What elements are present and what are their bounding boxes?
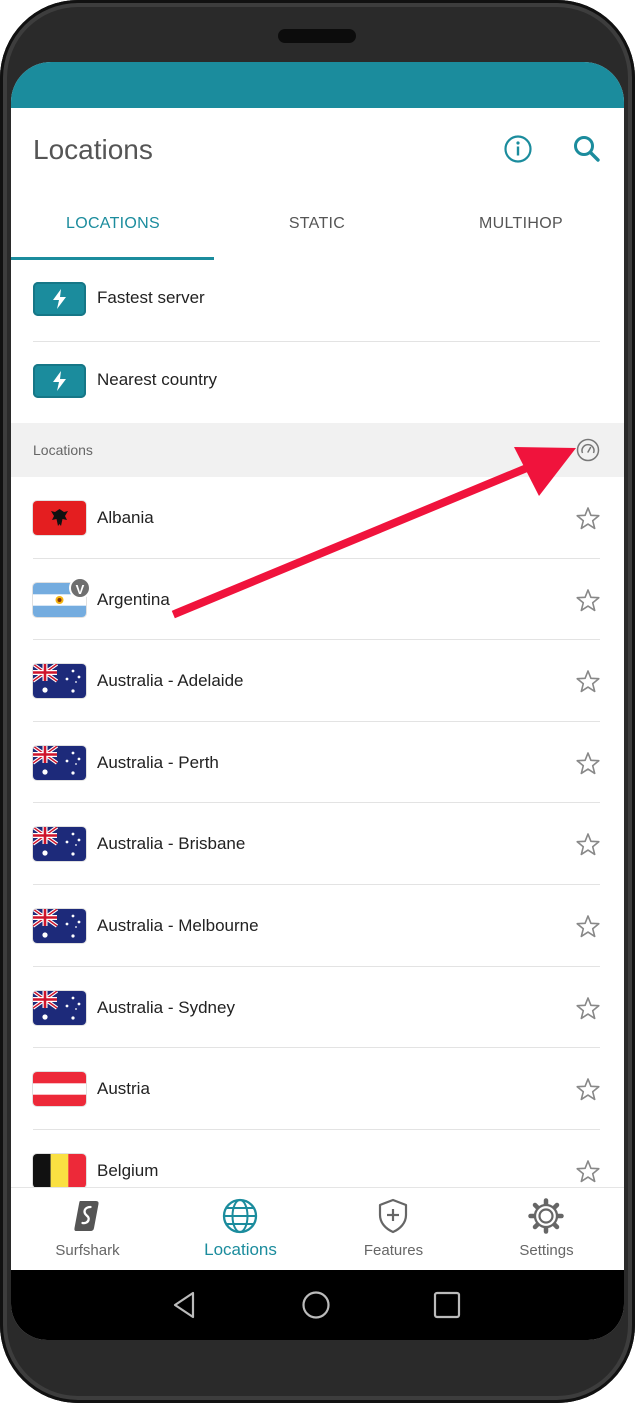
- shield-plus-icon: [378, 1198, 408, 1234]
- tab-multihop[interactable]: MULTIHOP: [419, 194, 623, 260]
- star-icon[interactable]: [575, 914, 601, 940]
- australia-flag-icon: [33, 745, 86, 780]
- location-name: Argentina: [97, 589, 170, 609]
- location-name: Belgium: [97, 1160, 159, 1180]
- star-icon[interactable]: [575, 832, 601, 858]
- android-nav-bar: [11, 1270, 624, 1340]
- star-icon[interactable]: [575, 996, 601, 1022]
- sort-speed-icon[interactable]: [576, 438, 600, 462]
- location-name: Austria: [97, 1079, 150, 1099]
- fastest-server-row[interactable]: Fastest server: [11, 260, 624, 342]
- home-icon[interactable]: [301, 1290, 331, 1320]
- location-list: Albania V Argentina Australia - Adelaide Aus…: [11, 477, 624, 1187]
- nav-label: Settings: [519, 1242, 574, 1259]
- star-icon[interactable]: [575, 751, 601, 777]
- page-title: Locations: [33, 134, 153, 165]
- recents-icon[interactable]: [432, 1290, 462, 1320]
- austria-flag-icon: [33, 1072, 86, 1107]
- nav-settings[interactable]: Settings: [470, 1188, 623, 1271]
- star-icon[interactable]: [575, 1077, 601, 1103]
- star-icon[interactable]: [575, 506, 601, 532]
- location-name: Australia - Perth: [97, 752, 219, 772]
- location-row[interactable]: Albania: [11, 477, 624, 559]
- location-name: Australia - Adelaide: [97, 671, 244, 691]
- tab-locations[interactable]: LOCATIONS: [11, 194, 215, 260]
- nearest-country-label: Nearest country: [97, 370, 217, 389]
- nav-label: Features: [363, 1242, 424, 1259]
- star-icon[interactable]: [575, 588, 601, 614]
- star-icon[interactable]: [575, 1159, 601, 1185]
- lightning-icon: [33, 282, 86, 316]
- nav-features[interactable]: Features: [317, 1188, 470, 1271]
- section-label: Locations: [33, 442, 93, 458]
- star-icon[interactable]: [575, 669, 601, 695]
- location-row[interactable]: Australia - Melbourne: [11, 885, 624, 967]
- phone-speaker: [278, 29, 356, 43]
- australia-flag-icon: [33, 827, 86, 862]
- back-icon[interactable]: [170, 1290, 200, 1320]
- nav-surfshark[interactable]: Surfshark: [11, 1188, 164, 1271]
- bottom-nav: Surfshark Locations Features Settings: [11, 1187, 624, 1270]
- nearest-country-row[interactable]: Nearest country: [11, 342, 624, 424]
- location-row[interactable]: Australia - Adelaide: [11, 640, 624, 722]
- app-header: Locations: [11, 108, 624, 194]
- tab-bar: LOCATIONS STATIC MULTIHOP: [11, 194, 624, 260]
- status-bar: [11, 62, 624, 108]
- nav-label: Locations: [204, 1240, 277, 1259]
- location-row[interactable]: Australia - Perth: [11, 722, 624, 804]
- nav-locations[interactable]: Locations: [164, 1188, 317, 1271]
- location-row[interactable]: Belgium: [11, 1130, 624, 1187]
- location-row[interactable]: V Argentina: [11, 559, 624, 641]
- belgium-flag-icon: [33, 1153, 86, 1187]
- virtual-location-badge: V: [69, 576, 91, 599]
- gear-icon: [528, 1198, 564, 1234]
- fastest-server-label: Fastest server: [97, 288, 205, 307]
- app-screen: Locations LOCATIONS STATIC MULTIHOP Fast…: [11, 62, 624, 1340]
- australia-flag-icon: [33, 664, 86, 699]
- surfshark-logo-icon: [74, 1201, 99, 1231]
- australia-flag-icon: [33, 908, 86, 943]
- globe-icon: [222, 1198, 258, 1234]
- location-row[interactable]: Australia - Sydney: [11, 967, 624, 1049]
- location-name: Australia - Melbourne: [97, 915, 259, 935]
- location-name: Australia - Brisbane: [97, 834, 246, 854]
- locations-section-header: Locations: [11, 423, 624, 477]
- info-icon[interactable]: [501, 132, 535, 166]
- australia-flag-icon: [33, 990, 86, 1025]
- albania-flag-icon: [33, 501, 86, 535]
- location-row[interactable]: Australia - Brisbane: [11, 803, 624, 885]
- tab-static[interactable]: STATIC: [215, 194, 419, 260]
- location-name: Albania: [97, 508, 154, 527]
- location-name: Australia - Sydney: [97, 997, 235, 1017]
- search-icon[interactable]: [570, 132, 604, 166]
- nav-label: Surfshark: [55, 1242, 120, 1259]
- lightning-icon: [33, 364, 86, 398]
- location-row[interactable]: Austria: [11, 1048, 624, 1130]
- phone-frame: Locations LOCATIONS STATIC MULTIHOP Fast…: [0, 0, 635, 1403]
